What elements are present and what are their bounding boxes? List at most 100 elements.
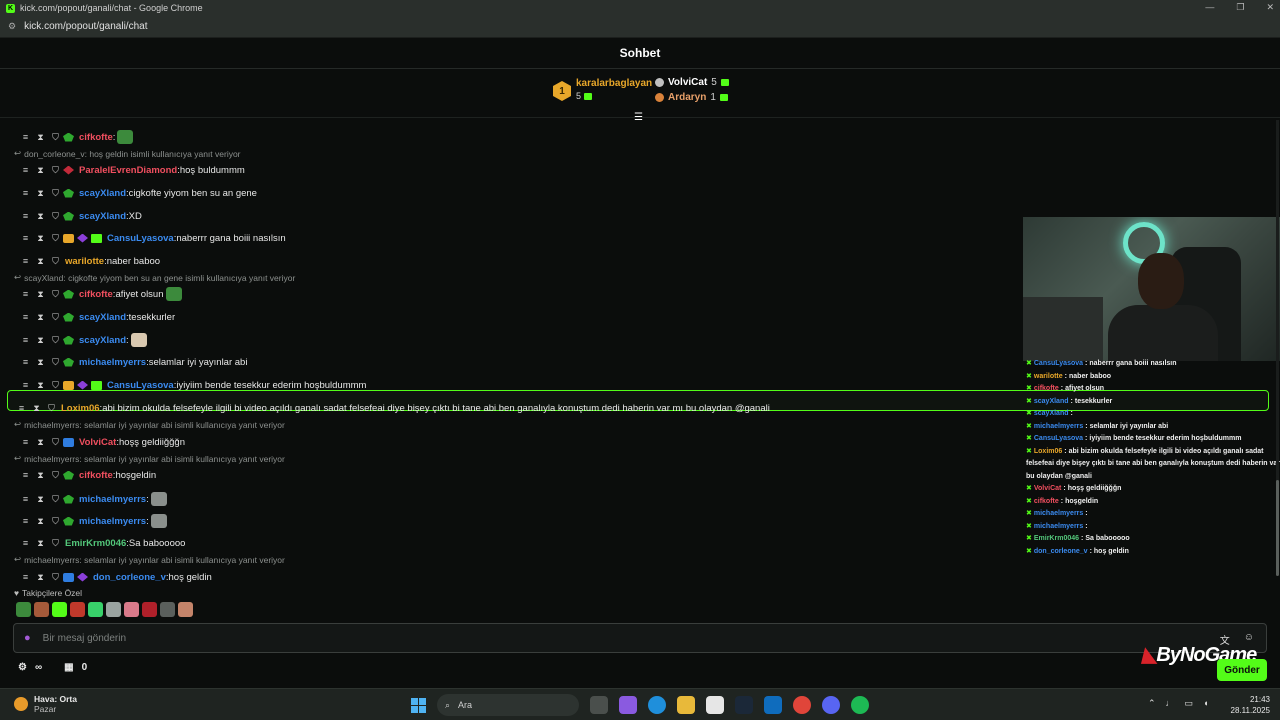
delete-icon[interactable]: ≡: [18, 335, 33, 345]
chat-username[interactable]: scayXland: [79, 188, 126, 199]
infinity-icon[interactable]: ∞: [35, 662, 42, 673]
delete-icon[interactable]: ≡: [18, 256, 33, 266]
timeout-icon[interactable]: ⧗: [33, 572, 48, 583]
ban-icon[interactable]: ⛉: [48, 516, 63, 527]
microphone-icon[interactable]: ●: [24, 632, 31, 644]
chat-username[interactable]: scayXland: [79, 312, 126, 323]
emote-3-icon[interactable]: [52, 602, 67, 617]
chat-username[interactable]: Loxim06: [61, 403, 100, 414]
chat-username[interactable]: scayXland: [79, 211, 126, 222]
site-info-icon[interactable]: ⚙: [8, 21, 16, 32]
chat-message[interactable]: ≡ ⧗ ⛉ michaelmyerrs: selamlar iyi yayınlar …: [18, 354, 248, 370]
settings-icon[interactable]: ⚙: [18, 662, 27, 673]
chat-message[interactable]: ≡ ⧗ ⛉ cifkofte: hoşgeldin: [18, 467, 156, 483]
delete-icon[interactable]: ≡: [18, 188, 33, 198]
delete-icon[interactable]: ≡: [18, 289, 33, 299]
close-icon[interactable]: ✕: [1266, 2, 1274, 13]
chat-username[interactable]: CansuLyasova: [107, 233, 174, 244]
emote-heart-icon[interactable]: [88, 602, 103, 617]
chat-username[interactable]: cifkofte: [79, 289, 113, 300]
reply-context[interactable]: ↩ michaelmyerrs: selamlar iyi yayınlar ab…: [14, 453, 285, 464]
timeout-icon[interactable]: ⧗: [33, 380, 48, 391]
outlook-icon[interactable]: [764, 696, 782, 714]
channel-points[interactable]: 0: [82, 662, 88, 673]
chat-username[interactable]: warilotte: [65, 256, 104, 267]
chat-username[interactable]: cifkofte: [79, 470, 113, 481]
timeout-icon[interactable]: ⧗: [33, 289, 48, 300]
delete-icon[interactable]: ≡: [18, 494, 33, 504]
reply-context[interactable]: ↩ don_corleone_v: hoş geldin isimli kulla…: [14, 148, 241, 159]
reply-context[interactable]: ↩ michaelmyerrs: selamlar iyi yayınlar ab…: [14, 554, 285, 565]
delete-icon[interactable]: ≡: [18, 538, 33, 548]
ban-icon[interactable]: ⛉: [48, 211, 63, 222]
timeout-icon[interactable]: ⧗: [33, 470, 48, 481]
timeout-icon[interactable]: ⧗: [33, 132, 48, 143]
timeout-icon[interactable]: ⧗: [33, 437, 48, 448]
delete-icon[interactable]: ≡: [18, 312, 33, 322]
chat-message[interactable]: ≡ ⧗ ⛉ ParalelEvrenDiamond: hoş buldummm: [18, 162, 245, 178]
file-explorer-icon[interactable]: [677, 696, 695, 714]
timeout-icon[interactable]: ⧗: [33, 516, 48, 527]
ban-icon[interactable]: ⛉: [48, 470, 63, 481]
chat-username[interactable]: michaelmyerrs: [79, 494, 146, 505]
chat-message[interactable]: ≡ ⧗ ⛉ scayXland:: [18, 332, 147, 348]
send-button[interactable]: Gönder: [1217, 659, 1267, 681]
restore-icon[interactable]: ❐: [1236, 2, 1244, 13]
ban-icon[interactable]: ⛉: [48, 538, 63, 549]
emote-4-icon[interactable]: [70, 602, 85, 617]
chat-message[interactable]: ≡ ⧗ ⛉ michaelmyerrs:: [18, 491, 167, 507]
emote-1-icon[interactable]: [16, 602, 31, 617]
chat-input-placeholder[interactable]: Bir mesaj gönderin: [43, 633, 126, 644]
windows-start-icon[interactable]: [411, 698, 426, 713]
copilot-icon[interactable]: [619, 696, 637, 714]
discord-icon[interactable]: [822, 696, 840, 714]
ban-icon[interactable]: ⛉: [48, 380, 63, 391]
leaderboard-second[interactable]: VolviCat 5: [655, 77, 729, 88]
ban-icon[interactable]: ⛉: [48, 335, 63, 346]
chat-message[interactable]: ≡ ⧗ ⛉ CansuLyasova: iyiyiim bende tesekkur …: [18, 377, 367, 393]
emote-6-icon[interactable]: [106, 602, 121, 617]
delete-icon[interactable]: ≡: [18, 132, 33, 142]
chat-message[interactable]: ≡ ⧗ ⛉ michaelmyerrs:: [18, 513, 167, 529]
ban-icon[interactable]: ⛉: [48, 494, 63, 505]
chat-message[interactable]: ≡ ⧗ ⛉ Loxim06: abi bizim okulda felsefeyle …: [14, 400, 770, 416]
emote-7-icon[interactable]: [124, 602, 139, 617]
delete-icon[interactable]: ≡: [14, 403, 29, 413]
volume-icon[interactable]: ◖: [1203, 698, 1208, 709]
store-app-icon[interactable]: [706, 696, 724, 714]
delete-icon[interactable]: ≡: [18, 233, 33, 243]
ban-icon[interactable]: ⛉: [48, 256, 63, 267]
ban-icon[interactable]: ⛉: [44, 403, 59, 414]
timeout-icon[interactable]: ⧗: [33, 335, 48, 346]
chrome-icon[interactable]: [793, 696, 811, 714]
minimize-icon[interactable]: —: [1205, 2, 1214, 13]
ban-icon[interactable]: ⛉: [48, 357, 63, 368]
ban-icon[interactable]: ⛉: [48, 289, 63, 300]
reply-context[interactable]: ↩ scayXland: cigkofte yiyom ben su an gen…: [14, 272, 295, 283]
chat-username[interactable]: scayXland: [79, 335, 126, 346]
chat-message[interactable]: ≡ ⧗ ⛉ don_corleone_v: hoş geldin: [18, 569, 212, 585]
ban-icon[interactable]: ⛉: [48, 437, 63, 448]
chat-message[interactable]: ≡ ⧗ ⛉ VolviCat: hoşş geldiiğğğn: [18, 434, 185, 450]
ban-icon[interactable]: ⛉: [48, 312, 63, 323]
chat-message[interactable]: ≡ ⧗ ⛉ cifkofte: afiyet olsun: [18, 286, 182, 302]
delete-icon[interactable]: ≡: [18, 437, 33, 447]
ban-icon[interactable]: ⛉: [48, 132, 63, 143]
network-icon[interactable]: ▭: [1185, 698, 1194, 709]
ban-icon[interactable]: ⛉: [48, 165, 63, 176]
chat-message[interactable]: ≡ ⧗ ⛉ scayXland: tesekkurler: [18, 309, 175, 325]
delete-icon[interactable]: ≡: [18, 211, 33, 221]
timeout-icon[interactable]: ⧗: [33, 256, 48, 267]
timeout-icon[interactable]: ⧗: [33, 233, 48, 244]
ban-icon[interactable]: ⛉: [48, 572, 63, 583]
delete-icon[interactable]: ≡: [18, 380, 33, 390]
spotify-icon[interactable]: [851, 696, 869, 714]
chat-username[interactable]: EmirKrm0046: [65, 538, 126, 549]
chat-message[interactable]: ≡ ⧗ ⛉ scayXland: cigkofte yiyom ben su an g…: [18, 185, 257, 201]
chat-message[interactable]: ≡ ⧗ ⛉ EmirKrm0046: Sa babooooo: [18, 535, 186, 551]
chat-username[interactable]: ParalelEvrenDiamond: [79, 165, 177, 176]
steam-icon[interactable]: [735, 696, 753, 714]
delete-icon[interactable]: ≡: [18, 516, 33, 526]
task-view-icon[interactable]: [590, 696, 608, 714]
chat-message[interactable]: ≡ ⧗ ⛉ cifkofte:: [18, 129, 134, 145]
